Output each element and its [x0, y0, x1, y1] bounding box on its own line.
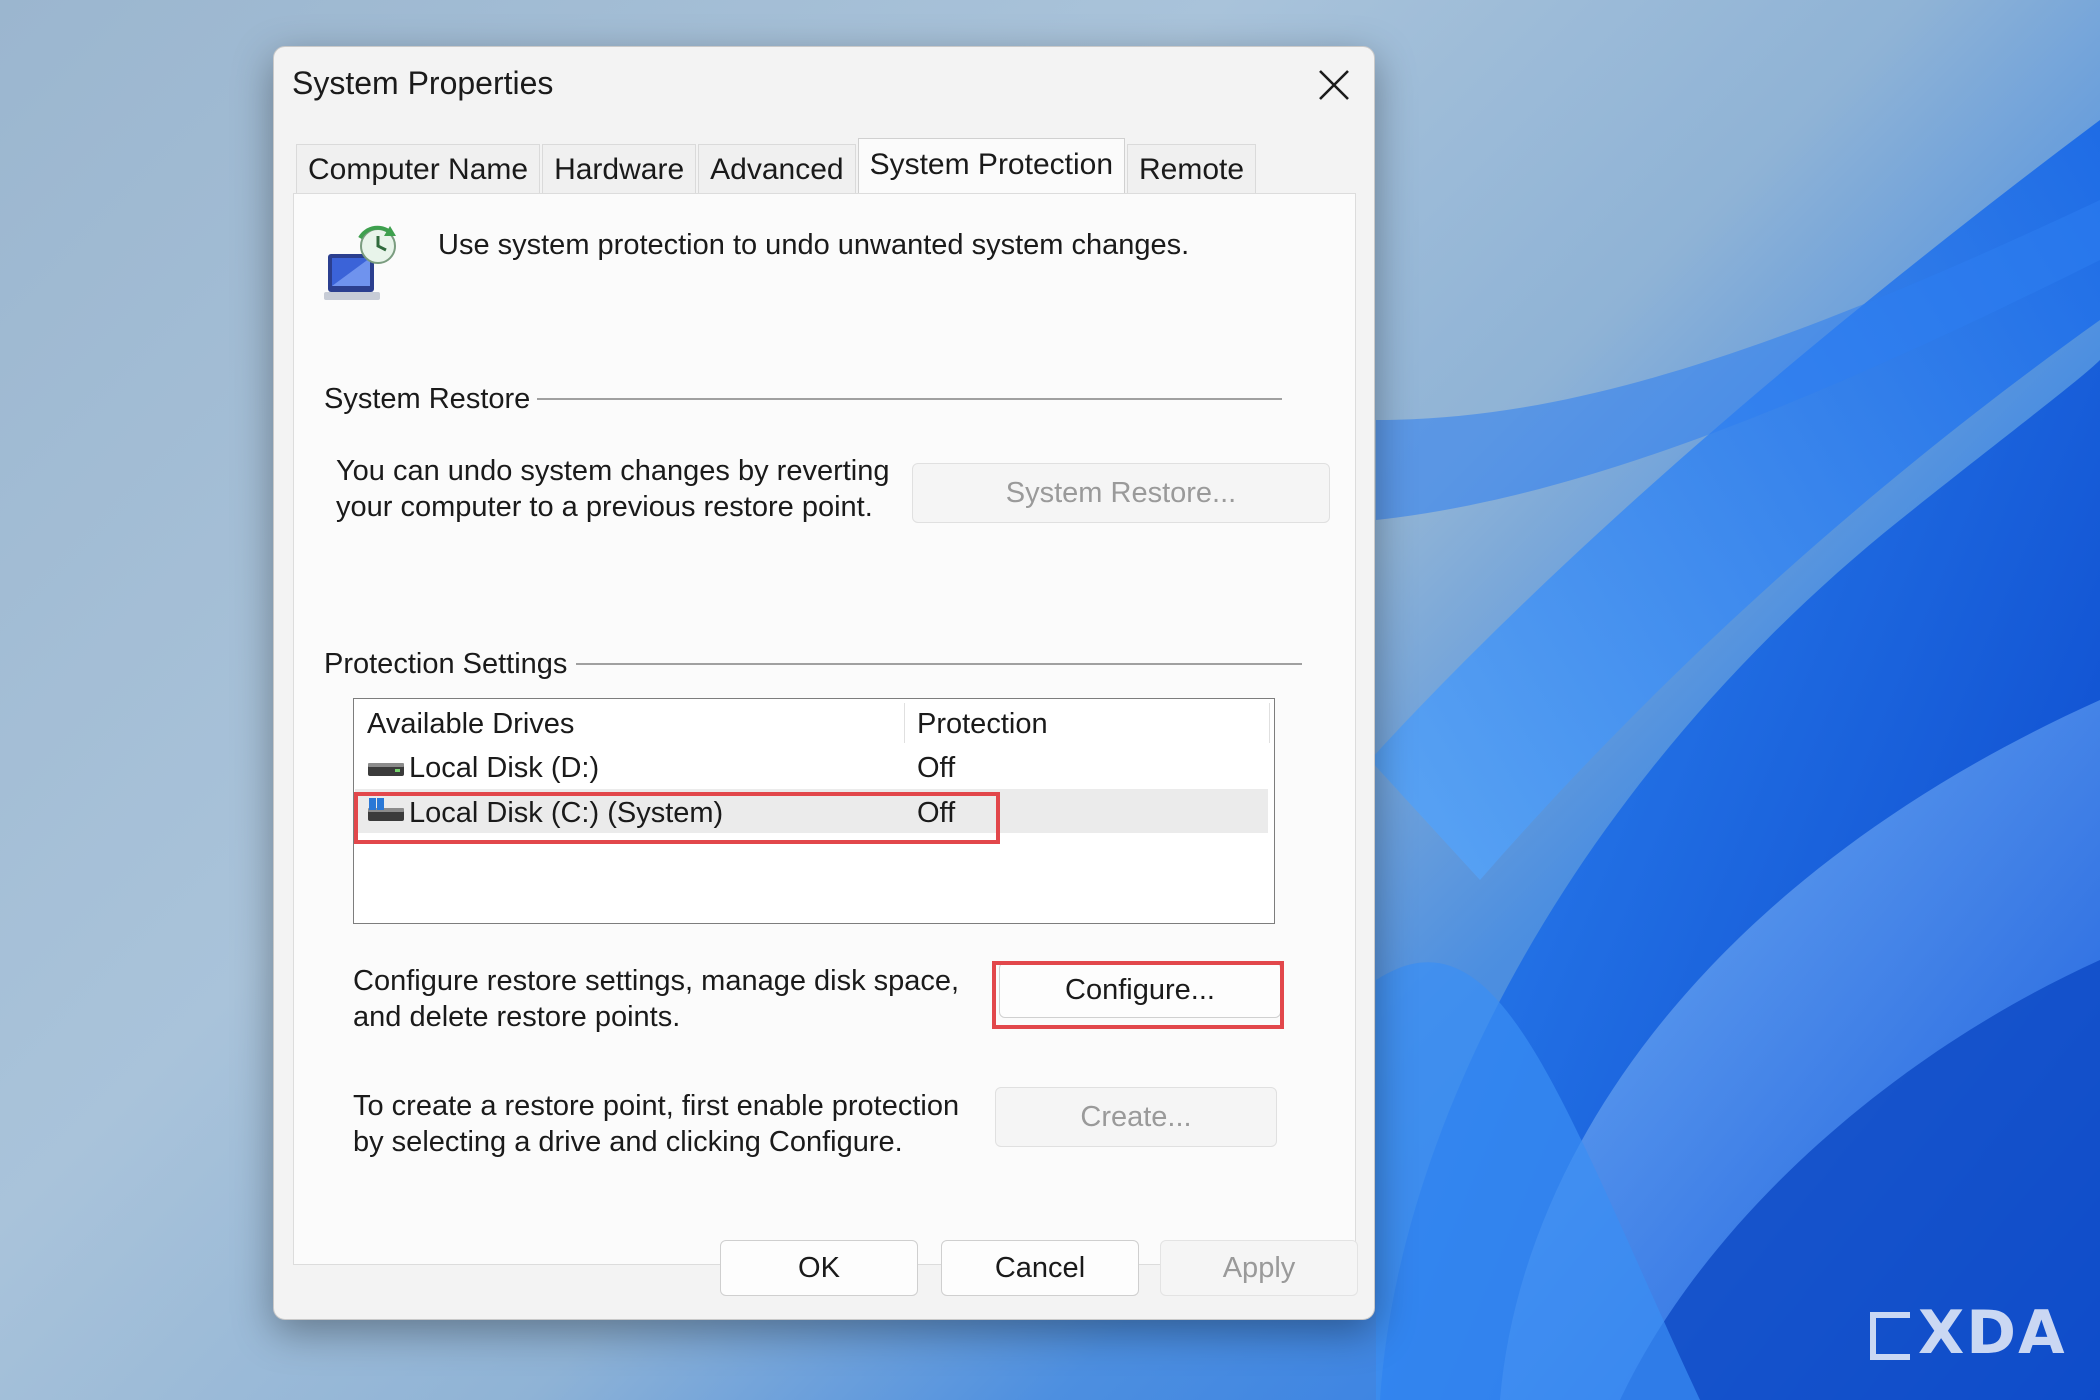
tab-advanced[interactable]: Advanced: [698, 144, 856, 193]
protection-settings-group-label: Protection Settings: [324, 648, 568, 680]
create-button[interactable]: Create...: [995, 1087, 1277, 1147]
column-separator: [904, 703, 905, 743]
tab-computer-name[interactable]: Computer Name: [296, 144, 541, 193]
create-description: To create a restore point, first enable …: [353, 1088, 959, 1160]
create-desc-line2: by selecting a drive and clicking Config…: [353, 1126, 903, 1158]
drives-list-header: Available Drives Protection: [354, 699, 1274, 743]
xda-watermark: XDA: [1870, 1298, 2067, 1368]
column-separator: [1269, 703, 1270, 743]
drive-name: Local Disk (D:): [409, 752, 600, 784]
system-restore-group-label: System Restore: [324, 383, 531, 415]
window-title: System Properties: [292, 65, 554, 101]
column-header-protection[interactable]: Protection: [917, 708, 1048, 741]
hard-drive-icon: [368, 763, 404, 776]
configure-button-highlight: [992, 961, 1284, 1029]
tab-system-protection[interactable]: System Protection: [857, 138, 1126, 193]
apply-button[interactable]: Apply: [1160, 1240, 1358, 1296]
xda-logo-icon: [1870, 1312, 1910, 1361]
drive-row-d[interactable]: Local Disk (D:) Off: [355, 744, 1268, 788]
intro-text: Use system protection to undo unwanted s…: [438, 229, 1190, 261]
system-restore-description: You can undo system changes by reverting…: [336, 453, 890, 525]
configure-desc-line1: Configure restore settings, manage disk …: [353, 965, 960, 997]
watermark-text: XDA: [1918, 1298, 2067, 1368]
tab-hardware[interactable]: Hardware: [542, 144, 697, 193]
create-desc-line1: To create a restore point, first enable …: [353, 1090, 960, 1122]
system-protection-icon: [324, 225, 396, 300]
selected-drive-highlight: [354, 792, 1000, 844]
protection-settings-divider: [576, 663, 1302, 665]
system-restore-desc-line2: your computer to a previous restore poin…: [336, 491, 873, 523]
close-icon: [1319, 70, 1349, 100]
title-bar[interactable]: System Properties: [274, 47, 1374, 127]
ok-button[interactable]: OK: [720, 1240, 918, 1296]
system-properties-dialog: System Properties Computer Name Hardware…: [273, 46, 1375, 1320]
system-restore-desc-line1: You can undo system changes by reverting: [336, 455, 890, 487]
system-restore-button[interactable]: System Restore...: [912, 463, 1330, 523]
tab-strip: Computer Name Hardware Advanced System P…: [296, 138, 1258, 194]
configure-description: Configure restore settings, manage disk …: [353, 963, 959, 1035]
configure-desc-line2: and delete restore points.: [353, 1001, 681, 1033]
tab-remote[interactable]: Remote: [1127, 144, 1257, 193]
drive-protection-status: Off: [917, 752, 956, 784]
cancel-button[interactable]: Cancel: [941, 1240, 1139, 1296]
column-header-available-drives[interactable]: Available Drives: [367, 708, 574, 741]
system-restore-divider: [537, 398, 1282, 400]
close-button[interactable]: [1304, 55, 1364, 115]
